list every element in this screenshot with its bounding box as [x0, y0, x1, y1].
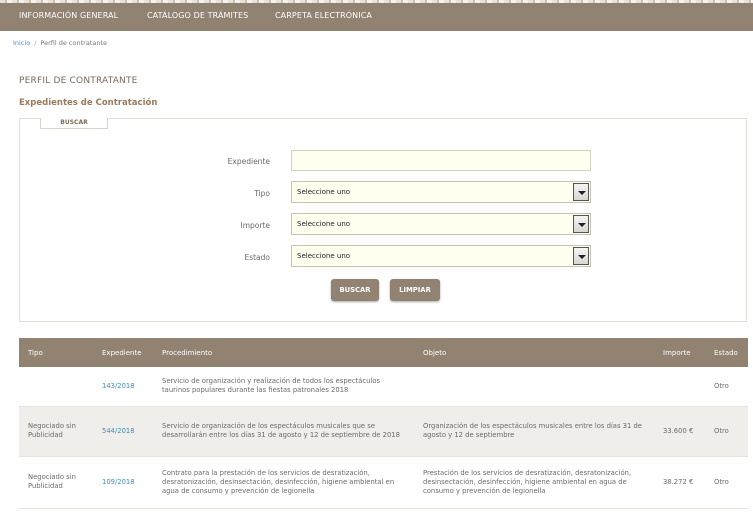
cell-importe — [654, 367, 705, 407]
search-button[interactable]: BUSCAR — [331, 279, 379, 301]
cell-procedimiento: Contrato para la prestación de los servi… — [153, 456, 414, 509]
cell-objeto — [414, 367, 654, 407]
search-panel: BUSCAR Expediente Tipo Seleccione uno Im… — [19, 118, 747, 322]
nav-item-catalogo-tramites[interactable]: CATÁLOGO DE TRÁMITES — [147, 11, 248, 20]
cell-estado: Otro — [705, 456, 748, 509]
dropdown-arrow-icon[interactable] — [573, 183, 589, 201]
tipo-select-value: Seleccione uno — [297, 188, 351, 196]
page-title: PERFIL DE CONTRATANTE — [19, 76, 138, 86]
search-tab[interactable]: BUSCAR — [40, 118, 108, 129]
cell-procedimiento: Servicio de organización de los espectác… — [153, 406, 414, 457]
estado-select[interactable]: Seleccione uno — [291, 245, 591, 267]
importe-label: Importe — [240, 221, 270, 230]
main-navigation: INFORMACIÓN GENERAL CATÁLOGO DE TRÁMITES… — [0, 3, 753, 31]
dropdown-arrow-icon[interactable] — [573, 215, 589, 233]
breadcrumb-current: Perfil de contratante — [40, 39, 107, 47]
cell-tipo: Negociado sin Publicidad — [19, 406, 93, 457]
nav-item-informacion-general[interactable]: INFORMACIÓN GENERAL — [19, 11, 118, 20]
cell-expediente-link[interactable]: 143/2018 — [93, 367, 153, 407]
breadcrumb-home-link[interactable]: Inicio — [13, 39, 30, 47]
cell-tipo — [19, 367, 93, 407]
nav-item-carpeta-electronica[interactable]: CARPETA ELECTRÓNICA — [275, 11, 372, 20]
table-row: Negociado sin Publicidad 109/2018 Contra… — [19, 456, 748, 509]
column-header-tipo[interactable]: Tipo — [19, 338, 93, 367]
importe-select[interactable]: Seleccione uno — [291, 213, 591, 235]
column-header-expediente[interactable]: Expediente — [93, 338, 153, 367]
column-header-procedimiento[interactable]: Procedimiento — [153, 338, 414, 367]
table-header-row: Tipo Expediente Procedimiento Objeto Imp… — [19, 338, 748, 367]
tipo-label: Tipo — [254, 189, 270, 198]
column-header-objeto[interactable]: Objeto — [414, 338, 654, 367]
page-subtitle: Expedientes de Contratación — [19, 98, 158, 108]
estado-label: Estado — [244, 253, 270, 262]
results-table: Tipo Expediente Procedimiento Objeto Imp… — [19, 338, 748, 509]
table-row: 143/2018 Servicio de organización y real… — [19, 367, 748, 407]
cell-objeto: Organización de los espectáculos musical… — [414, 406, 654, 457]
tipo-select[interactable]: Seleccione uno — [291, 181, 591, 203]
importe-select-value: Seleccione uno — [297, 220, 351, 228]
breadcrumb: Inicio / Perfil de contratante — [13, 39, 107, 47]
cell-importe: 38.272 € — [654, 456, 705, 509]
cell-expediente-link[interactable]: 109/2018 — [93, 456, 153, 509]
cell-procedimiento: Servicio de organización y realización d… — [153, 367, 414, 407]
clear-button[interactable]: LIMPIAR — [390, 279, 440, 301]
cell-expediente-link[interactable]: 544/2018 — [93, 406, 153, 457]
expediente-input[interactable] — [291, 150, 591, 171]
estado-select-value: Seleccione uno — [297, 252, 351, 260]
dropdown-arrow-icon[interactable] — [573, 247, 589, 265]
cell-estado: Otro — [705, 406, 748, 457]
cell-estado: Otro — [705, 367, 748, 407]
column-header-estado[interactable]: Estado — [705, 338, 748, 367]
cell-importe: 33.600 € — [654, 406, 705, 457]
expediente-label: Expediente — [227, 157, 270, 166]
breadcrumb-separator: / — [34, 39, 37, 47]
cell-objeto: Prestación de los servicios de desratiza… — [414, 456, 654, 509]
cell-tipo: Negociado sin Publicidad — [19, 456, 93, 509]
table-row: Negociado sin Publicidad 544/2018 Servic… — [19, 406, 748, 457]
column-header-importe[interactable]: Importe — [654, 338, 705, 367]
